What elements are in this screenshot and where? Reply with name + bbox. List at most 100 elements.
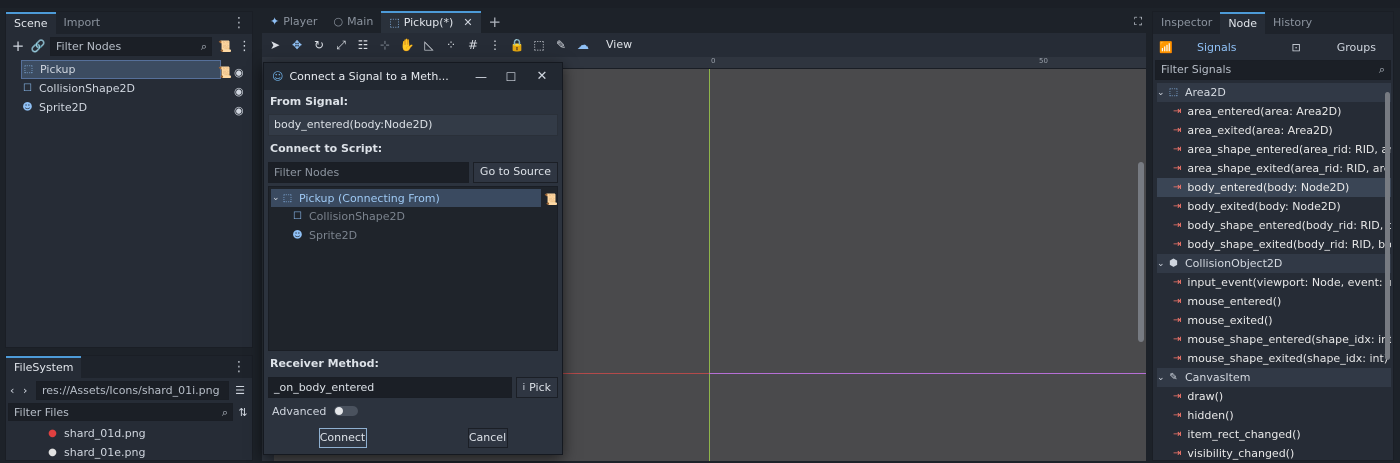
sort-icon[interactable]: ⇅	[236, 406, 250, 419]
ruler-tool-icon[interactable]: ◺	[418, 33, 440, 57]
signal-item[interactable]: ⇥ body_exited(body: Node2D)	[1157, 197, 1391, 216]
tree-item-sprite2d: ☻ Sprite2D	[271, 226, 555, 245]
list-select-icon[interactable]: ☷	[352, 33, 374, 57]
node-icon: ○	[333, 15, 344, 28]
tab-filesystem[interactable]: FileSystem	[6, 356, 82, 378]
tree-item-pickup[interactable]: ⌄ ⬚ Pickup	[21, 60, 221, 79]
tab-groups[interactable]: Groups	[1337, 41, 1376, 54]
collapse-arrow-icon[interactable]: ⌄	[272, 193, 280, 203]
signal-item[interactable]: ⇥ mouse_exited()	[1157, 311, 1391, 330]
back-icon[interactable]: ‹	[10, 384, 20, 397]
tab-import[interactable]: Import	[56, 12, 109, 34]
pick-icon: ⅰ	[522, 382, 526, 393]
close-icon[interactable]: ✕	[463, 13, 472, 33]
visibility-eye-icon[interactable]: ◉	[234, 66, 244, 79]
scene-menu-icon[interactable]: ⋮	[238, 39, 251, 54]
script-icon[interactable]: 📜	[216, 40, 234, 53]
collapse-arrow-icon[interactable]: ⌄	[1157, 373, 1167, 383]
add-node-icon[interactable]: +	[10, 37, 26, 55]
signal-item[interactable]: ⇥ hidden()	[1157, 406, 1391, 425]
receiver-method-input[interactable]: _on_body_entered	[268, 377, 512, 398]
view-menu-button[interactable]: View	[600, 33, 638, 57]
signal-item[interactable]: ⇥ area_entered(area: Area2D)	[1157, 102, 1391, 121]
scene-filter-input[interactable]: Filter Nodes ⌕	[50, 36, 212, 56]
class-header-area2d[interactable]: ⌄ ⬚ Area2D	[1157, 83, 1391, 102]
signal-item[interactable]: ⇥ mouse_shape_entered(shape_idx: int)	[1157, 330, 1391, 349]
cancel-button[interactable]: Cancel	[467, 428, 508, 448]
signal-icon: ⇥	[1173, 334, 1182, 345]
signal-item[interactable]: ⇥ body_shape_exited(body_rid: RID, bo...	[1157, 235, 1391, 254]
forward-icon[interactable]: ›	[23, 384, 33, 397]
maximize-icon[interactable]: ☐	[492, 70, 530, 84]
new-tab-icon[interactable]: +	[481, 11, 510, 33]
smart-snap-icon[interactable]: ⁘	[440, 33, 462, 57]
ruler-tick-label: 50	[1039, 57, 1048, 65]
signal-item-selected[interactable]: ⇥ body_entered(body: Node2D)	[1157, 178, 1391, 197]
tree-item-label: CollisionShape2D	[309, 210, 405, 223]
tab-history[interactable]: History	[1265, 12, 1320, 34]
bone-icon[interactable]: ✎	[550, 33, 572, 57]
tab-inspector[interactable]: Inspector	[1153, 12, 1220, 34]
signals-scrollbar[interactable]	[1385, 92, 1390, 360]
snap-menu-icon[interactable]: ⋮	[484, 33, 506, 57]
advanced-toggle[interactable]	[334, 406, 359, 416]
tree-item-sprite2d[interactable]: ☻ Sprite2D	[21, 98, 249, 117]
tab-pickup[interactable]: ⬚ Pickup(*) ✕	[381, 11, 481, 33]
group-icon[interactable]: ⬚	[528, 33, 550, 57]
dialog-filter-input[interactable]: Filter Nodes	[268, 162, 469, 183]
move-tool-icon[interactable]: ✥	[286, 33, 308, 57]
visibility-eye-icon[interactable]: ◉	[234, 104, 244, 117]
signal-item[interactable]: ⇥ body_shape_entered(body_rid: RID, b...	[1157, 216, 1391, 235]
pivot-tool-icon[interactable]: ⊹	[374, 33, 396, 57]
grid-snap-icon[interactable]: #	[462, 33, 484, 57]
signal-item[interactable]: ⇥ input_event(viewport: Node, event: In..…	[1157, 273, 1391, 292]
tab-scene[interactable]: Scene	[6, 12, 56, 34]
class-header-canvasitem[interactable]: ⌄ ✎ CanvasItem	[1157, 368, 1391, 387]
signal-icon: ⇥	[1173, 410, 1182, 421]
link-icon[interactable]: 🔗	[30, 39, 46, 53]
path-field[interactable]: res://Assets/Icons/shard_01i.png	[36, 380, 229, 400]
dock-menu-icon[interactable]: ⋮	[226, 356, 252, 378]
distraction-free-icon[interactable]: ⛶	[1130, 11, 1146, 33]
collapse-arrow-icon[interactable]: ⌄	[1157, 259, 1167, 269]
tree-item-collisionshape2d[interactable]: ☐ CollisionShape2D	[21, 79, 249, 98]
lock-icon[interactable]: 🔒	[506, 33, 528, 57]
camera-override-icon[interactable]: ☁	[572, 33, 594, 57]
filesystem-filter-input[interactable]: Filter Files ⌕	[8, 403, 233, 421]
dock-menu-icon[interactable]: ⋮	[226, 12, 252, 34]
tab-node[interactable]: Node	[1220, 12, 1266, 34]
visibility-eye-icon[interactable]: ◉	[234, 85, 244, 98]
minimize-icon[interactable]: —	[470, 70, 492, 84]
tree-item-pickup-connecting[interactable]: ⌄ ⬚ Pickup (Connecting From)	[271, 189, 541, 207]
red-shard-icon: ●	[48, 428, 57, 439]
signal-item[interactable]: ⇥ draw()	[1157, 387, 1391, 406]
scale-tool-icon[interactable]: ⤢	[330, 33, 352, 57]
connect-button[interactable]: Connect	[318, 428, 367, 448]
signal-item[interactable]: ⇥ area_shape_exited(area_rid: RID, area..…	[1157, 159, 1391, 178]
pan-tool-icon[interactable]: ✋	[396, 33, 418, 57]
pick-button[interactable]: ⅰ Pick	[515, 377, 558, 398]
vertical-scrollbar[interactable]	[1138, 162, 1144, 342]
search-icon: ⌕	[200, 39, 207, 53]
signal-item[interactable]: ⇥ item_rect_changed()	[1157, 425, 1391, 444]
list-item[interactable]: ● shard_01e.png	[46, 443, 252, 462]
signal-label: area_shape_exited(area_rid: RID, area...	[1187, 162, 1391, 175]
tab-player[interactable]: ✦ Player	[262, 11, 325, 33]
tab-signals[interactable]: Signals	[1197, 41, 1237, 54]
tab-main[interactable]: ○ Main	[325, 11, 381, 33]
signal-item[interactable]: ⇥ visibility_changed()	[1157, 444, 1391, 463]
signal-item[interactable]: ⇥ mouse_entered()	[1157, 292, 1391, 311]
signal-item[interactable]: ⇥ area_exited(area: Area2D)	[1157, 121, 1391, 140]
signal-item[interactable]: ⇥ mouse_shape_exited(shape_idx: int)	[1157, 349, 1391, 368]
collapse-arrow-icon[interactable]: ⌄	[1157, 88, 1167, 98]
list-item[interactable]: ● shard_01d.png	[46, 424, 252, 443]
close-icon[interactable]: ✕	[530, 69, 554, 84]
signals-filter-input[interactable]: Filter Signals ⌕	[1155, 60, 1391, 80]
class-header-collisionobject2d[interactable]: ⌄ ⬢ CollisionObject2D	[1157, 254, 1391, 273]
signal-item[interactable]: ⇥ area_shape_entered(area_rid: RID, ar...	[1157, 140, 1391, 159]
go-to-source-button[interactable]: Go to Source	[472, 162, 558, 183]
select-tool-icon[interactable]: ➤	[264, 33, 286, 57]
script-attached-icon[interactable]: 📜	[218, 66, 232, 79]
layout-toggle-icon[interactable]: ☰	[232, 384, 248, 397]
rotate-tool-icon[interactable]: ↻	[308, 33, 330, 57]
